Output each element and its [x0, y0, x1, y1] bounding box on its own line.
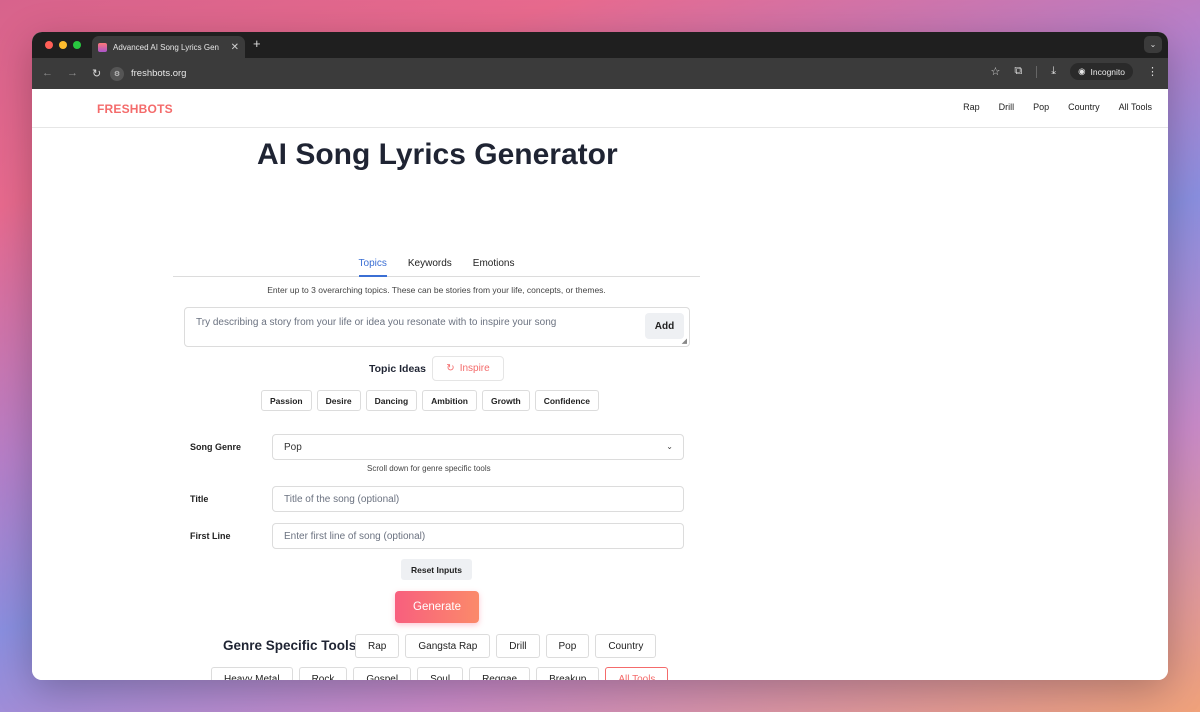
new-tab-icon[interactable]: + — [253, 36, 261, 51]
topic-chip-confidence[interactable]: Confidence — [534, 390, 599, 411]
topic-chip-passion[interactable]: Passion — [261, 390, 312, 411]
tab-title: Advanced AI Song Lyrics Gen — [113, 42, 219, 52]
nav-link-drill[interactable]: Drill — [999, 102, 1015, 112]
resize-handle-icon[interactable]: ◢ — [682, 337, 687, 345]
topic-chip-growth[interactable]: Growth — [481, 390, 530, 411]
first-line-label: First Line — [190, 531, 231, 541]
genre-tool-rap[interactable]: Rap — [355, 634, 400, 658]
maximize-window-button[interactable] — [73, 41, 81, 49]
minimize-window-button[interactable] — [59, 41, 67, 49]
url-text: freshbots.org — [131, 68, 187, 79]
tab-strip: Advanced AI Song Lyrics Gen ✕ + ⌄ — [32, 32, 1168, 58]
topic-ideas-row: Topic Ideas ↻ Inspire — [369, 356, 504, 381]
genre-tools-title: Genre Specific Tools — [223, 638, 357, 653]
tab-topics[interactable]: Topics — [358, 256, 387, 277]
download-icon[interactable]: ⤓ — [1051, 65, 1056, 78]
browser-menu-icon[interactable]: ⋮ — [1147, 65, 1158, 78]
genre-tool-rock[interactable]: Rock — [298, 667, 348, 680]
generate-button[interactable]: Generate — [395, 591, 479, 623]
genre-hint: Scroll down for genre specific tools — [367, 464, 491, 473]
tab-emotions[interactable]: Emotions — [473, 256, 515, 277]
nav-link-rap[interactable]: Rap — [963, 102, 980, 112]
nav-link-pop[interactable]: Pop — [1033, 102, 1049, 112]
site-settings-icon[interactable]: ⚙ — [110, 66, 124, 81]
genre-tool-heavy-metal[interactable]: Heavy Metal — [211, 667, 293, 680]
site-favicon-icon — [98, 42, 107, 52]
topics-helper-text: Enter up to 3 overarching topics. These … — [267, 285, 606, 295]
genre-tools-row-2: Heavy Metal Rock Gospel Soul Reggae Brea… — [211, 667, 669, 680]
incognito-icon: ◉ — [1078, 66, 1086, 76]
topic-chip-desire[interactable]: Desire — [316, 390, 361, 411]
first-line-input[interactable]: Enter first line of song (optional) — [272, 523, 684, 549]
incognito-label: Incognito — [1090, 66, 1126, 77]
genre-tool-soul[interactable]: Soul — [417, 667, 464, 680]
reset-inputs-button[interactable]: Reset Inputs — [401, 559, 472, 580]
genre-tool-reggae[interactable]: Reggae — [469, 667, 531, 680]
site-header: FRESHBOTS Rap Drill Pop Country All Tool… — [32, 89, 1168, 128]
topic-chip-dancing[interactable]: Dancing — [365, 390, 418, 411]
genre-tool-pop[interactable]: Pop — [545, 634, 590, 658]
topic-placeholder: Try describing a story from your life or… — [196, 317, 557, 328]
back-arrow-icon[interactable]: ← — [42, 67, 53, 80]
title-placeholder: Title of the song (optional) — [284, 493, 400, 505]
genre-tool-breakup[interactable]: Breakup — [536, 667, 600, 680]
bookmark-star-icon[interactable]: ☆ — [990, 65, 1000, 78]
song-genre-label: Song Genre — [190, 442, 242, 452]
nav-link-country[interactable]: Country — [1068, 102, 1100, 112]
browser-window: Advanced AI Song Lyrics Gen ✕ + ⌄ ← → ↻ … — [32, 32, 1168, 680]
window-controls — [45, 41, 81, 49]
first-line-placeholder: Enter first line of song (optional) — [284, 530, 426, 542]
site-nav: Rap Drill Pop Country All Tools — [963, 102, 1152, 112]
inspire-label: Inspire — [459, 363, 490, 374]
reload-icon[interactable]: ↻ — [92, 67, 101, 80]
chevron-down-icon: ⌄ — [666, 442, 673, 451]
genre-tool-country[interactable]: Country — [595, 634, 657, 658]
close-window-button[interactable] — [45, 41, 53, 49]
title-input[interactable]: Title of the song (optional) — [272, 486, 684, 512]
topic-chips: Passion Desire Dancing Ambition Growth C… — [261, 390, 599, 411]
topic-ideas-label: Topic Ideas — [369, 362, 426, 375]
inspire-button[interactable]: ↻ Inspire — [432, 356, 504, 381]
nav-link-all-tools[interactable]: All Tools — [1119, 102, 1152, 112]
genre-tool-gospel[interactable]: Gospel — [353, 667, 412, 680]
browser-tab[interactable]: Advanced AI Song Lyrics Gen ✕ — [92, 36, 245, 58]
extensions-icon[interactable]: ⧉ — [1014, 65, 1022, 78]
forward-arrow-icon[interactable]: → — [67, 67, 78, 80]
close-tab-icon[interactable]: ✕ — [231, 42, 239, 53]
page-title: AI Song Lyrics Generator — [257, 138, 618, 171]
tab-search-icon[interactable]: ⌄ — [1144, 36, 1162, 53]
genre-tools-row-1: Rap Gangsta Rap Drill Pop Country — [355, 634, 657, 658]
main-content: AI Song Lyrics Generator Topics Keywords… — [32, 128, 1168, 680]
input-mode-tabs: Topics Keywords Emotions — [173, 256, 700, 277]
browser-toolbar: ← → ↻ ⚙ freshbots.org ☆ ⧉ ⤓ ◉ Incognito … — [32, 58, 1168, 89]
topic-textarea[interactable]: Try describing a story from your life or… — [184, 307, 690, 347]
genre-tool-drill[interactable]: Drill — [496, 634, 540, 658]
title-label: Title — [190, 494, 209, 504]
genre-tool-gangsta-rap[interactable]: Gangsta Rap — [405, 634, 491, 658]
song-genre-value: Pop — [284, 441, 302, 453]
site-logo[interactable]: FRESHBOTS — [97, 102, 173, 116]
toolbar-divider — [1036, 65, 1038, 78]
incognito-badge[interactable]: ◉ Incognito — [1070, 63, 1133, 80]
refresh-icon: ↻ — [446, 363, 455, 374]
topic-chip-ambition[interactable]: Ambition — [422, 390, 477, 411]
genre-tool-all-tools[interactable]: All Tools — [605, 667, 669, 680]
song-genre-select[interactable]: Pop ⌄ — [272, 434, 684, 460]
add-topic-button[interactable]: Add — [645, 313, 684, 339]
tab-keywords[interactable]: Keywords — [408, 256, 452, 277]
